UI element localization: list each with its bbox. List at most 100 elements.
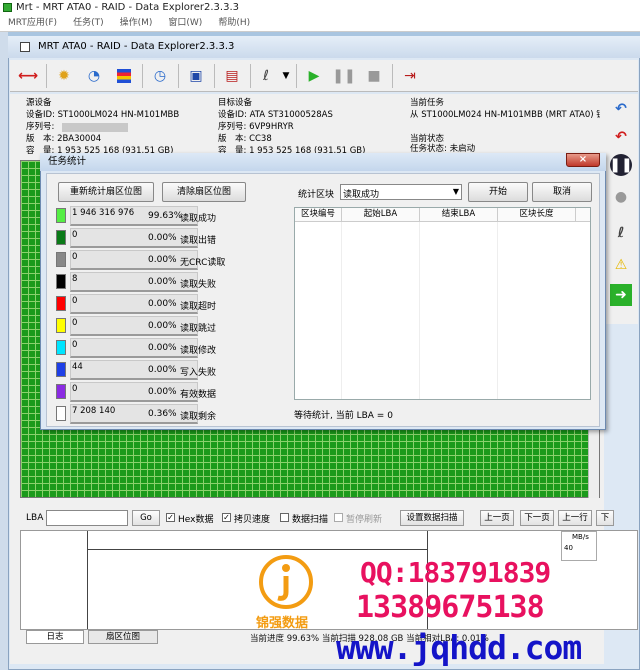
stat-percent: 0.00% [148,233,177,243]
source-version: 版 本: 2BA30004 [26,134,102,144]
stat-count: 0 [70,228,198,248]
toolbar-separator [250,64,251,88]
stat-count: 44 [70,360,198,380]
stat-percent: 0.00% [148,277,177,287]
toolbar: ⟷ ✹ ◔ ◷ ▣ ▤ ℓ ▼ ▶ ❚❚ ■ ⇥ [10,60,638,92]
menu-task[interactable]: 任务(T) [73,18,104,28]
play-icon[interactable]: ▶ [302,64,326,88]
outer-window-title: Mrt - MRT ATA0 - RAID - Data Explorer2.3… [0,0,640,15]
stat-percent: 0.00% [148,387,177,397]
stat-percent: 0.00% [148,321,177,331]
pause-refresh-checkbox[interactable] [334,513,343,522]
tab-sector-bitmap[interactable]: 扇区位图 [88,630,158,644]
next-page-button[interactable]: 下一页 [520,510,554,526]
col-start-lba[interactable]: 起始LBA [342,208,420,222]
lba-label: LBA [26,513,44,523]
timer-icon[interactable]: ◷ [148,64,172,88]
stop-icon[interactable]: ■ [362,64,386,88]
toolbar-separator [214,64,215,88]
data-scan-checkbox[interactable] [280,513,289,522]
undo-red-icon[interactable]: ↶ [610,126,632,148]
stat-label: 读取修改 [180,346,217,356]
serial-redaction [62,123,128,132]
menu-window[interactable]: 窗口(W) [168,18,202,28]
exit-icon[interactable]: ⇥ [398,64,422,88]
pane-divider [87,531,88,629]
lba-input[interactable] [46,510,128,526]
watermark-url: www.jqhdd.com [336,628,582,667]
copy-speed-checkbox[interactable]: ✓ [222,513,231,522]
toolbar-separator [46,64,47,88]
menu-operation[interactable]: 操作(M) [120,18,153,28]
gear-icon[interactable]: ✹ [52,64,76,88]
menu-help[interactable]: 帮助(H) [218,18,250,28]
stat-count: 0 [70,316,198,336]
target-header: 目标设备 [218,98,253,108]
lba-toolbar: LBA Go ✓ Hex数据 ✓ 拷贝速度 数据扫描 暂停刷新 设置数据扫描 上… [20,508,638,528]
toolbar-separator [392,64,393,88]
col-end-lba[interactable]: 结束LBA [420,208,498,222]
stat-block-select[interactable]: 读取成功 ▼ [340,184,462,200]
save-icon[interactable]: ▣ [184,64,208,88]
go-button[interactable]: Go [132,510,160,526]
pause-circle-icon[interactable]: ❚❚ [609,154,633,176]
blocks-table-header: 区块编号 起始LBA 结束LBA 区块长度 [295,208,590,222]
data-scan-label: 数据扫描 [292,515,329,525]
stat-count: 0 [70,294,198,314]
cancel-button[interactable]: 取消 [532,182,592,202]
target-serial: 序列号: 6VP9HRYR [218,122,294,132]
stat-count: 0 [70,338,198,358]
close-icon[interactable]: × [566,153,600,167]
app-icon [3,3,12,12]
prev-row-button[interactable]: 上一行 [558,510,592,526]
watermark-qq: QQ:183791839 [360,556,551,589]
stat-block-label: 统计区块 [298,190,335,200]
hex-checkbox[interactable]: ✓ [166,513,175,522]
col-block-number[interactable]: 区块编号 [295,208,342,222]
arrow-right-icon[interactable]: ➜ [610,284,632,306]
next-row-button[interactable]: 下 [596,510,614,526]
source-serial: 序列号: [26,122,55,132]
stat-count: 0 [70,250,198,270]
source-device-id: 设备ID: ST1000LM024 HN-M101MBB [26,110,180,120]
stat-count: 7 208 140 [70,404,198,424]
brand-logo [259,555,313,609]
chevron-down-icon[interactable]: ▼ [280,64,292,88]
stat-label: 读取超时 [180,302,217,312]
outer-title-text: Mrt - MRT ATA0 - RAID - Data Explorer2.3… [16,2,240,13]
stat-color-swatch [56,296,66,311]
right-tool-strip: ↶ ↶ ❚❚ ● ℓ ⚠ ➜ [604,94,638,324]
inner-title-text: MRT ATA0 - RAID - Data Explorer2.3.3.3 [38,41,235,52]
blocks-table-body [295,222,590,399]
stat-label: 有效数据 [180,390,217,400]
stat-count: 8 [70,272,198,292]
undo-blue-icon[interactable]: ↶ [610,98,632,120]
brand-name: 锦强数据 [256,616,309,631]
clipboard-icon[interactable]: ▤ [220,64,244,88]
warning-icon[interactable]: ⚠ [610,254,632,276]
clear-bitmap-button[interactable]: 清除扇区位图 [162,182,246,202]
dialog-footer: 等待统计, 当前 LBA = 0 [294,411,393,421]
bitmap-icon[interactable] [112,64,136,88]
stat-label: 无CRC读取 [180,258,226,268]
pause-icon[interactable]: ❚❚ [332,64,356,88]
blocks-table[interactable]: 区块编号 起始LBA 结束LBA 区块长度 [294,207,591,400]
device-icon[interactable]: ◔ [82,64,106,88]
speed-tick: 40 [564,544,573,552]
toolbar-separator [296,64,297,88]
start-button[interactable]: 开始 [468,182,528,202]
record-icon[interactable]: ● [610,186,632,208]
stat-percent: 0.36% [148,409,177,419]
set-scan-button[interactable]: 设置数据扫描 [400,510,464,526]
wand-icon[interactable]: ℓ [610,222,632,244]
restat-bitmap-button[interactable]: 重新统计扇区位图 [58,182,154,202]
source-header: 源设备 [26,98,52,108]
wand-icon[interactable]: ℓ [254,64,278,88]
inner-window-title: MRT ATA0 - RAID - Data Explorer2.3.3.3 [8,36,640,58]
tab-log[interactable]: 日志 [26,630,84,644]
prev-page-button[interactable]: 上一页 [480,510,514,526]
connect-icon[interactable]: ⟷ [16,64,40,88]
col-block-length[interactable]: 区块长度 [498,208,576,222]
watermark-phone: 13389675138 [356,590,545,625]
menu-mrt-app[interactable]: MRT应用(F) [8,18,57,28]
